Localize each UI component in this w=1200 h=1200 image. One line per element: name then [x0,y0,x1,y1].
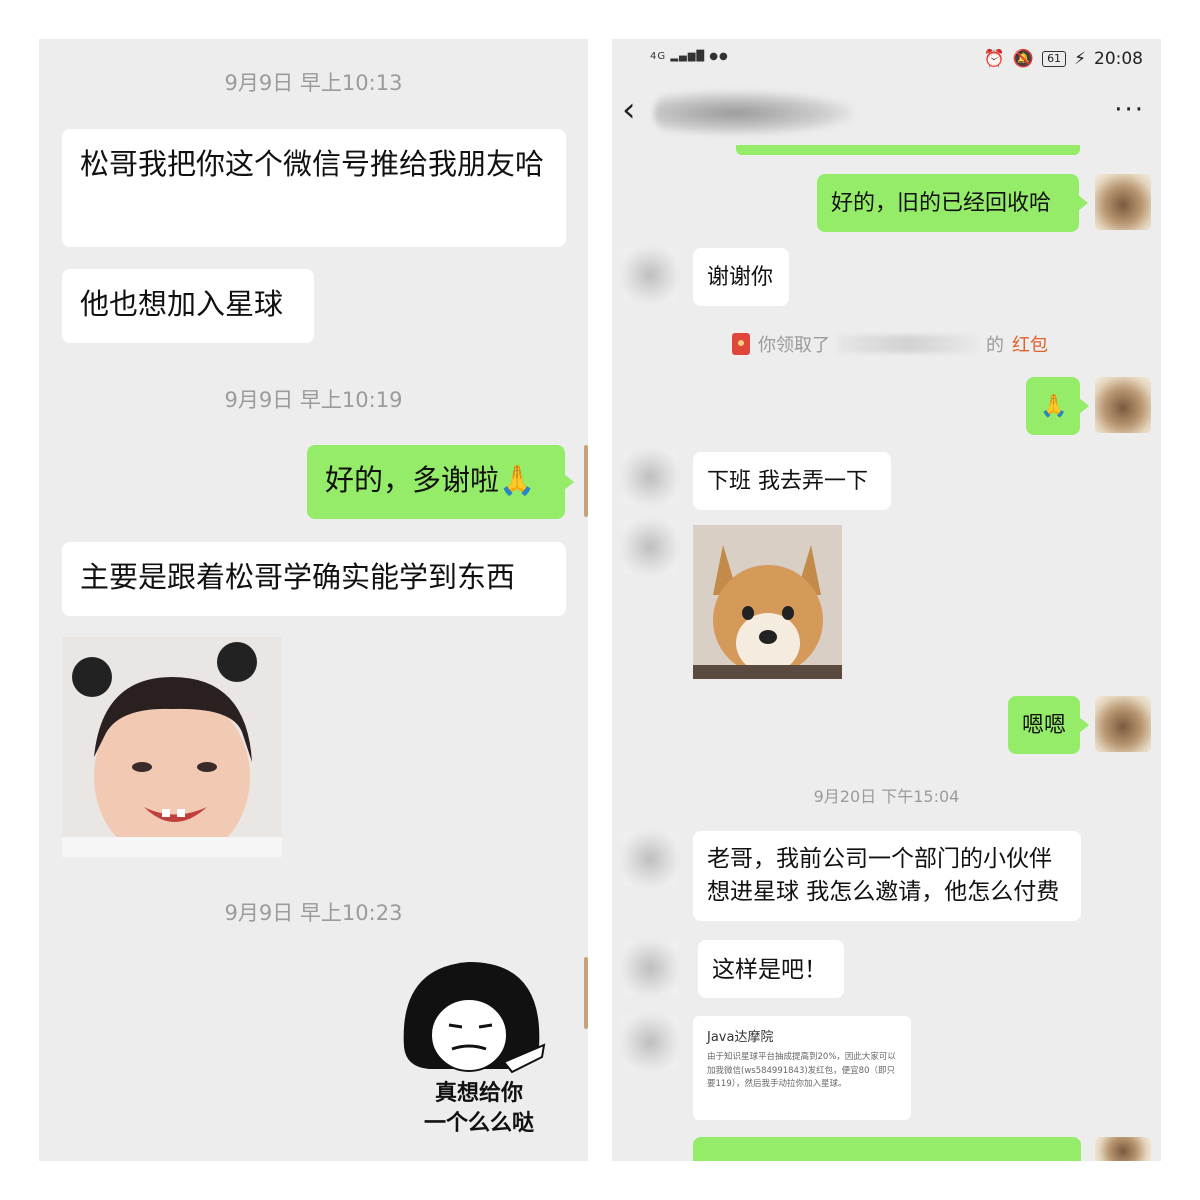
my-avatar[interactable] [1095,377,1151,433]
message-bubble-outgoing[interactable]: 嗯嗯 [1008,696,1089,754]
message-bubble-outgoing[interactable]: 好的，旧的已经回收哈 [817,174,1088,232]
image-message-card[interactable]: Java达摩院 由于知识星球平台抽成提高到20%，因此大家可以加我微信(ws58… [693,1016,911,1120]
network-label: 4G [650,51,667,62]
sender-name-blurred [838,335,978,353]
avatar-edge [584,445,588,517]
wechat-icon: ●● [709,51,729,62]
dog-photo-sticker[interactable] [693,525,842,679]
card-title: Java达摩院 [707,1030,774,1045]
status-bar: 4G ▂▄▆█ ●● ⏰ 🔕 61 ⚡ 20:08 [612,39,1161,83]
next-message-fragment [693,1137,1081,1161]
meme-sticker[interactable]: 真想给你 一个么么哒 [394,957,564,1157]
message-bubble-incoming[interactable]: 老哥，我前公司一个部门的小伙伴想进星球 我怎么邀请，他怎么付费 [693,831,1081,921]
message-bubble-outgoing[interactable]: 好的，多谢啦🙏 [307,445,574,519]
message-bubble-incoming[interactable]: 下班 我去弄一下 [693,452,891,510]
message-bubble-incoming[interactable]: 他也想加入星球 [62,269,314,343]
redpacket-notice: 你领取了 的 红包 [732,331,1048,357]
charging-icon: ⚡ [1074,49,1086,69]
message-bubble-incoming[interactable]: 主要是跟着松哥学确实能学到东西 [62,542,566,616]
contact-avatar[interactable] [622,831,678,887]
sticker-caption: 真想给你 [434,1081,523,1106]
battery-indicator: 61 [1042,51,1067,67]
previous-message-fragment [736,145,1080,155]
shiba-dog-icon [693,525,842,679]
my-avatar[interactable] [1095,1137,1151,1161]
red-packet-icon [732,333,750,355]
alarm-icon: ⏰ [983,49,1005,69]
timestamp: 9月9日 早上10:13 [224,71,403,95]
more-options-icon[interactable]: ··· [1114,95,1145,125]
signal-icon: ▂▄▆█ [670,51,706,62]
message-bubble-outgoing[interactable]: 🙏 [1026,377,1089,435]
clock: 20:08 [1094,49,1143,69]
message-bubble-incoming[interactable]: 松哥我把你这个微信号推给我朋友哈 [62,129,566,247]
sticker-caption: 一个么么哒 [423,1111,534,1136]
my-avatar[interactable] [1095,174,1151,230]
card-body: 由于知识星球平台抽成提高到20%，因此大家可以加我微信(ws584991843)… [707,1052,896,1090]
avatar-edge [584,957,588,1029]
chat-title-bar: ‹ ··· [612,83,1161,145]
back-arrow-icon[interactable]: ‹ [622,93,636,127]
timestamp: 9月9日 早上10:19 [224,388,403,412]
mute-icon: 🔕 [1012,49,1035,69]
contact-name-blurred [654,91,854,135]
timestamp: 9月20日 下午15:04 [813,787,960,806]
right-chat-panel: 4G ▂▄▆█ ●● ⏰ 🔕 61 ⚡ 20:08 ‹ ··· 好的，旧的已经回… [612,39,1161,1161]
contact-avatar[interactable] [622,449,678,505]
contact-avatar[interactable] [622,1014,678,1070]
red-packet-link[interactable]: 红包 [1012,331,1048,357]
left-chat-panel: 9月9日 早上10:13 松哥我把你这个微信号推给我朋友哈 他也想加入星球 9月… [39,39,588,1161]
contact-avatar[interactable] [622,940,678,996]
my-avatar[interactable] [1095,696,1151,752]
child-photo-sticker[interactable] [62,637,282,857]
signal-indicator: 4G ▂▄▆█ ●● [650,51,729,62]
contact-avatar[interactable] [622,247,678,303]
contact-avatar[interactable] [622,519,678,575]
message-bubble-incoming[interactable]: 谢谢你 [693,248,789,306]
message-bubble-incoming[interactable]: 这样是吧！ [698,940,844,998]
child-face-icon [62,637,282,857]
timestamp: 9月9日 早上10:23 [224,901,403,925]
